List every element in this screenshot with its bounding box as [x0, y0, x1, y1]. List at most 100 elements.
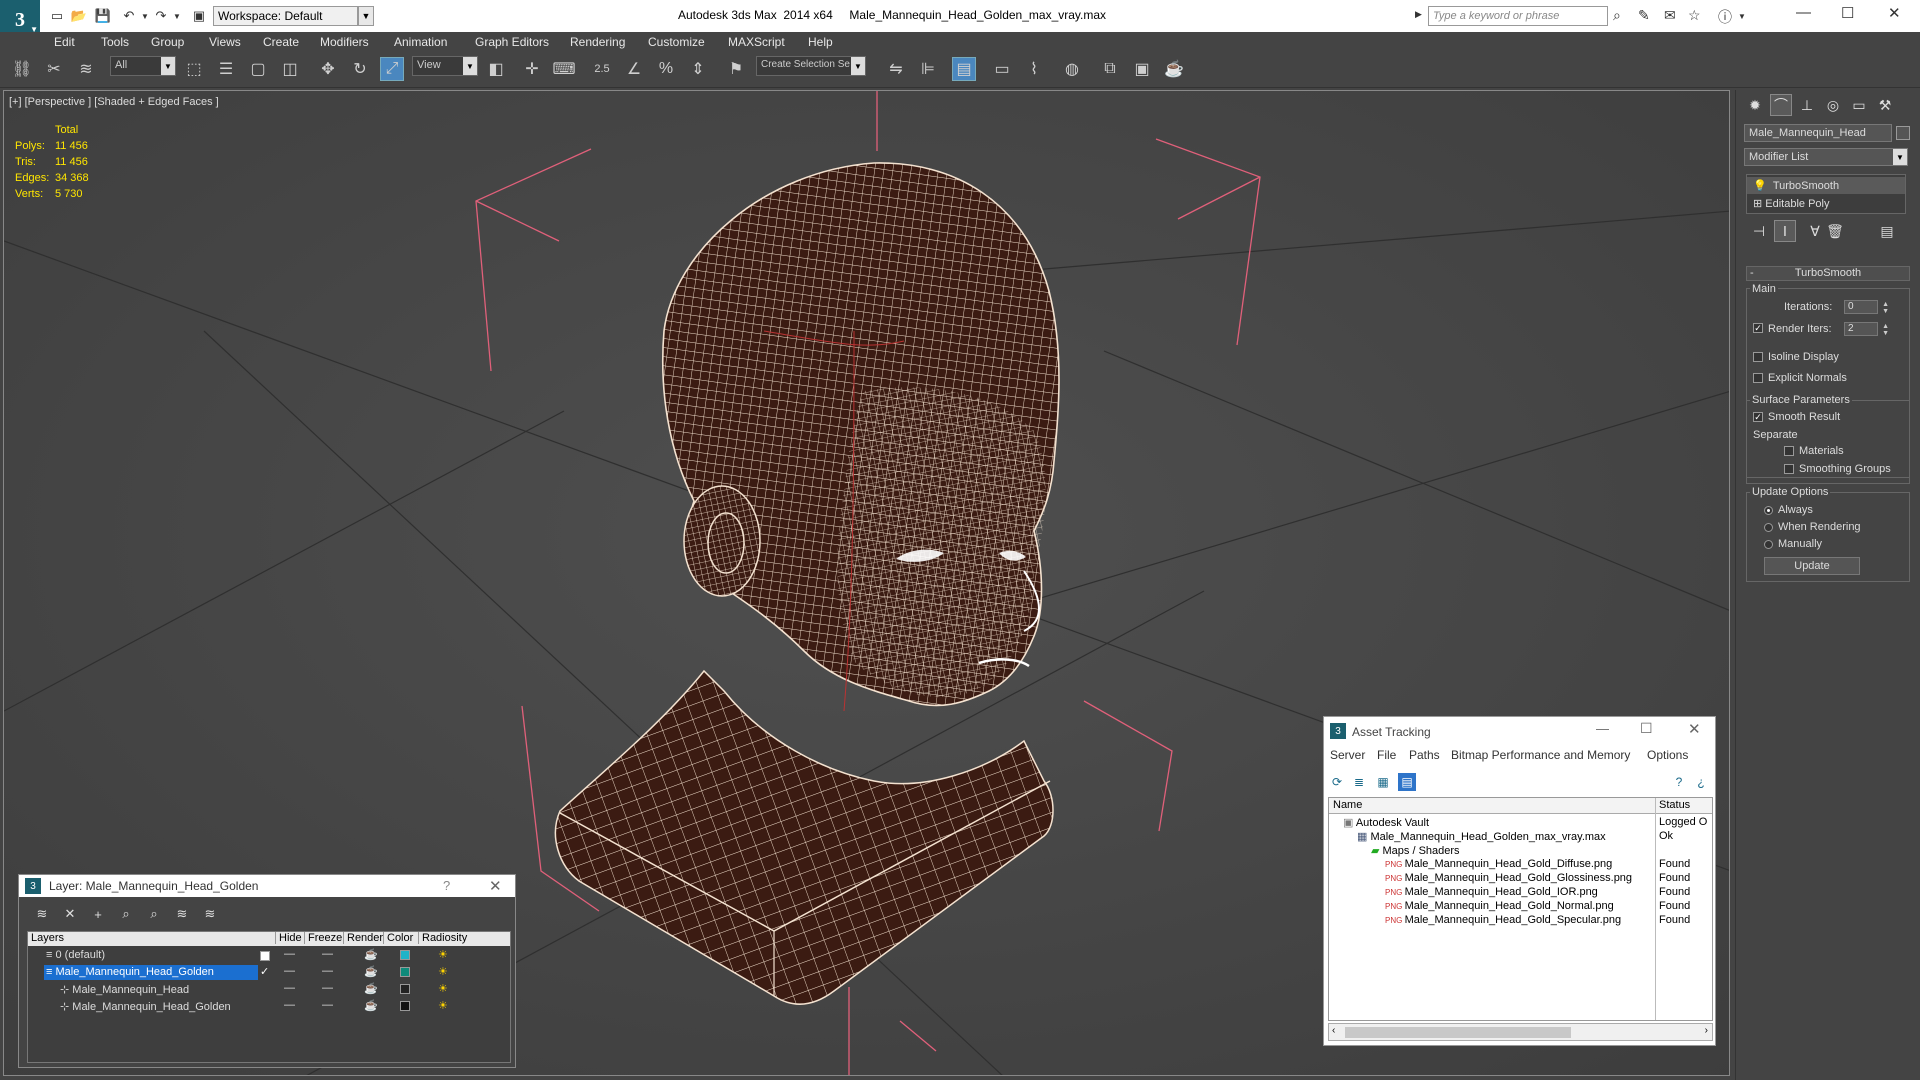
menu-edit[interactable]: Edit: [54, 35, 75, 49]
stack-item-editable-poly[interactable]: ⊞ Editable Poly: [1747, 195, 1905, 212]
iterations-spinner[interactable]: 0 ▲ ▼: [1844, 300, 1889, 315]
select-in-layer-icon[interactable]: ⌕: [117, 905, 135, 923]
layer-color-swatch[interactable]: [400, 1001, 410, 1011]
hide-toggle-icon[interactable]: —: [284, 982, 295, 994]
communication-icon[interactable]: ✉: [1664, 7, 1676, 24]
freeze-toggle-icon[interactable]: —: [322, 999, 333, 1011]
move-icon[interactable]: ✥: [316, 57, 340, 81]
object-color-swatch[interactable]: [1896, 126, 1910, 140]
binoculars-icon[interactable]: ⌕: [1613, 7, 1621, 24]
update-when-rendering-radio[interactable]: [1764, 523, 1773, 532]
separate-smoothing-groups-checkbox[interactable]: [1784, 464, 1794, 474]
scroll-right-icon[interactable]: ›: [1705, 1025, 1708, 1036]
asset-menu-options[interactable]: Options: [1647, 748, 1688, 762]
search-expand-icon[interactable]: ▶: [1415, 9, 1422, 20]
viewport-label[interactable]: [+] [Perspective ] [Shaded + Edged Faces…: [9, 96, 219, 108]
project-folder-icon[interactable]: ▣: [190, 7, 208, 25]
layer-color-swatch[interactable]: [400, 967, 410, 977]
minimize-icon[interactable]: —: [1596, 721, 1609, 736]
minimize-icon[interactable]: —: [1796, 4, 1811, 21]
graphite-ribbon-icon[interactable]: ▭: [990, 57, 1014, 81]
column-status[interactable]: Status: [1659, 799, 1690, 811]
column-layers[interactable]: Layers: [28, 932, 64, 944]
menu-modifiers[interactable]: Modifiers: [320, 35, 369, 49]
freeze-toggle-icon[interactable]: —: [322, 965, 333, 977]
column-freeze[interactable]: Freeze: [304, 932, 342, 944]
layer-color-swatch[interactable]: [400, 950, 410, 960]
close-icon[interactable]: ✕: [1688, 720, 1701, 738]
asset-menu-server[interactable]: Server: [1330, 748, 1365, 762]
hide-all-layers-icon[interactable]: ≋: [173, 905, 191, 923]
tree-view-icon[interactable]: ▦: [1374, 773, 1392, 791]
column-radiosity[interactable]: Radiosity: [418, 932, 467, 944]
subscription-icon[interactable]: ✎: [1638, 7, 1650, 24]
curve-editor-icon[interactable]: ⌇: [1022, 57, 1046, 81]
percent-snap-icon[interactable]: %: [654, 57, 678, 81]
menu-animation[interactable]: Animation: [394, 35, 447, 49]
save-file-icon[interactable]: 💾: [94, 7, 112, 25]
edit-named-selection-icon[interactable]: ⚑: [724, 57, 748, 81]
isoline-display-checkbox[interactable]: [1753, 352, 1763, 362]
render-toggle-icon[interactable]: ☕: [364, 948, 378, 961]
rendered-frame-window-icon[interactable]: ▣: [1130, 57, 1154, 81]
close-icon[interactable]: ✕: [489, 877, 502, 895]
expand-icon[interactable]: ⊞: [1753, 198, 1762, 210]
named-selection-dropdown[interactable]: Create Selection Se ▼: [756, 56, 866, 76]
pin-stack-icon[interactable]: ⊣: [1748, 220, 1770, 242]
layer-row[interactable]: ⊹ Male_Mannequin_Head — — ☕ ☀: [28, 982, 493, 998]
explicit-normals-checkbox[interactable]: [1753, 373, 1763, 383]
menu-customize[interactable]: Customize: [648, 35, 705, 49]
render-iters-spinner[interactable]: 2 ▲ ▼: [1844, 322, 1889, 337]
separate-materials-checkbox[interactable]: [1784, 446, 1794, 456]
render-setup-icon[interactable]: ⧉: [1098, 57, 1122, 81]
hierarchy-tab-icon[interactable]: ⊥: [1796, 94, 1818, 116]
new-scene-icon[interactable]: ▭: [48, 7, 66, 25]
list-view-icon[interactable]: ≣: [1350, 773, 1368, 791]
pivot-center-icon[interactable]: ◧: [484, 57, 508, 81]
menu-create[interactable]: Create: [263, 35, 299, 49]
current-layer-checkmark-icon[interactable]: ✓: [260, 965, 269, 978]
scale-icon[interactable]: ⤢: [380, 57, 404, 81]
spinner-arrows-icon[interactable]: ▲ ▼: [1882, 323, 1889, 337]
horizontal-scrollbar[interactable]: ‹ ›: [1328, 1023, 1713, 1041]
redo-dropdown-icon[interactable]: ▼: [168, 7, 186, 25]
update-manually-radio[interactable]: [1764, 540, 1773, 549]
render-toggle-icon[interactable]: ☕: [364, 999, 378, 1012]
radiosity-icon[interactable]: ☀: [438, 982, 448, 995]
asset-menu-paths[interactable]: Paths: [1409, 748, 1440, 762]
column-name[interactable]: Name: [1333, 799, 1362, 811]
unlink-selection-icon[interactable]: ✂: [42, 57, 66, 81]
select-by-name-icon[interactable]: ☰: [214, 57, 238, 81]
menu-group[interactable]: Group: [151, 35, 184, 49]
render-production-icon[interactable]: ☕: [1162, 57, 1186, 81]
help-icon[interactable]: ?: [443, 878, 450, 893]
render-toggle-icon[interactable]: ☕: [364, 965, 378, 978]
layer-color-swatch[interactable]: [400, 984, 410, 994]
show-end-result-icon[interactable]: Ⅰ: [1774, 220, 1796, 242]
utilities-tab-icon[interactable]: ⚒: [1874, 94, 1896, 116]
current-layer-checkbox[interactable]: [260, 951, 270, 961]
delete-layer-icon[interactable]: ✕: [61, 905, 79, 923]
favorites-star-icon[interactable]: ☆: [1688, 7, 1701, 24]
hide-toggle-icon[interactable]: —: [284, 948, 295, 960]
menu-maxscript[interactable]: MAXScript: [728, 35, 785, 49]
material-editor-icon[interactable]: ◍: [1060, 57, 1084, 81]
window-crossing-icon[interactable]: ◫: [278, 57, 302, 81]
reference-coordinate-dropdown[interactable]: View ▼: [412, 56, 478, 76]
workspace-dropdown[interactable]: Workspace: Default ▼: [213, 6, 374, 26]
rotate-icon[interactable]: ↻: [348, 57, 372, 81]
render-iters-checkbox[interactable]: ✓: [1753, 323, 1763, 333]
freeze-toggle-icon[interactable]: —: [322, 948, 333, 960]
keyboard-shortcut-override-icon[interactable]: ⌨: [552, 57, 576, 81]
layer-row[interactable]: ⊹ Male_Mannequin_Head_Golden — — ☕ ☀: [28, 999, 493, 1015]
display-tab-icon[interactable]: ▭: [1848, 94, 1870, 116]
radiosity-icon[interactable]: ☀: [438, 948, 448, 961]
add-to-layer-icon[interactable]: +: [89, 905, 107, 923]
column-hide[interactable]: Hide: [275, 932, 302, 944]
radiosity-icon[interactable]: ☀: [438, 999, 448, 1012]
context-help-icon[interactable]: ¿: [1692, 773, 1710, 791]
spinner-arrows-icon[interactable]: ▲ ▼: [1882, 301, 1889, 315]
angle-snap-icon[interactable]: ∠: [622, 57, 646, 81]
menu-tools[interactable]: Tools: [101, 35, 129, 49]
maximize-icon[interactable]: ☐: [1841, 4, 1854, 22]
